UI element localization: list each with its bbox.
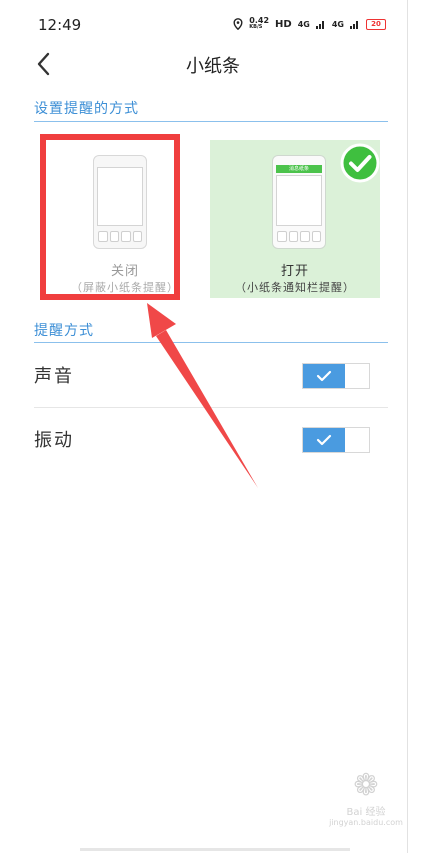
check-circle-icon <box>340 143 380 183</box>
setting-label-sound: 声音 <box>34 366 74 387</box>
section-divider <box>34 121 388 122</box>
watermark-url: jingyan.baidu.com <box>329 818 403 827</box>
bottom-nav-indicator <box>80 848 350 851</box>
signal-1-label: 4G <box>297 19 310 29</box>
setting-row-sound: 声音 <box>0 344 426 406</box>
signal-2-icon <box>350 21 358 29</box>
section-divider <box>34 342 388 343</box>
phone-illustration <box>93 155 147 249</box>
paw-icon: ❁ <box>353 768 379 803</box>
phone-illustration: 消息纸条 <box>272 155 326 249</box>
sound-toggle[interactable] <box>302 363 370 389</box>
setting-row-vibrate: 振动 <box>0 408 426 470</box>
setting-label-vibrate: 振动 <box>34 430 74 451</box>
section-title-reminder-method: 设置提醒的方式 <box>34 101 139 117</box>
nav-bar: 小纸条 <box>0 40 426 86</box>
notification-bar: 消息纸条 <box>276 165 322 173</box>
toggle-on-indicator <box>303 428 345 452</box>
net-speed-value: 0.42 <box>249 16 270 25</box>
battery-icon: 20 <box>366 18 386 30</box>
location-icon <box>233 18 243 30</box>
section-title-alert-type: 提醒方式 <box>34 323 94 339</box>
option-sublabel-off: （屏蔽小纸条提醒） <box>71 281 179 294</box>
scroll-edge <box>407 0 408 853</box>
option-label-on: 打开 <box>280 264 309 279</box>
hd-indicator: HD <box>275 18 292 30</box>
status-time: 12:49 <box>38 16 82 34</box>
signal-1-icon <box>315 21 324 29</box>
option-card-off[interactable]: 关闭 （屏蔽小纸条提醒） <box>40 140 210 298</box>
watermark-text: Bai 经验 <box>346 807 386 818</box>
page-title: 小纸条 <box>186 56 240 77</box>
check-icon <box>316 370 332 382</box>
signal-2-label: 4G <box>331 19 344 29</box>
option-sublabel-on: （小纸条通知栏提醒） <box>235 281 355 294</box>
vibrate-toggle[interactable] <box>302 427 370 453</box>
status-icons: 0.42 KB/S HD 4G 4G 20 <box>233 17 386 31</box>
toggle-on-indicator <box>303 364 345 388</box>
watermark: ❁ Bai 经验 jingyan.baidu.com <box>326 769 406 829</box>
net-speed: 0.42 KB/S <box>249 17 269 31</box>
check-icon <box>316 434 332 446</box>
net-speed-unit: KB/S <box>249 24 263 30</box>
option-label-off: 关闭 <box>110 264 139 279</box>
